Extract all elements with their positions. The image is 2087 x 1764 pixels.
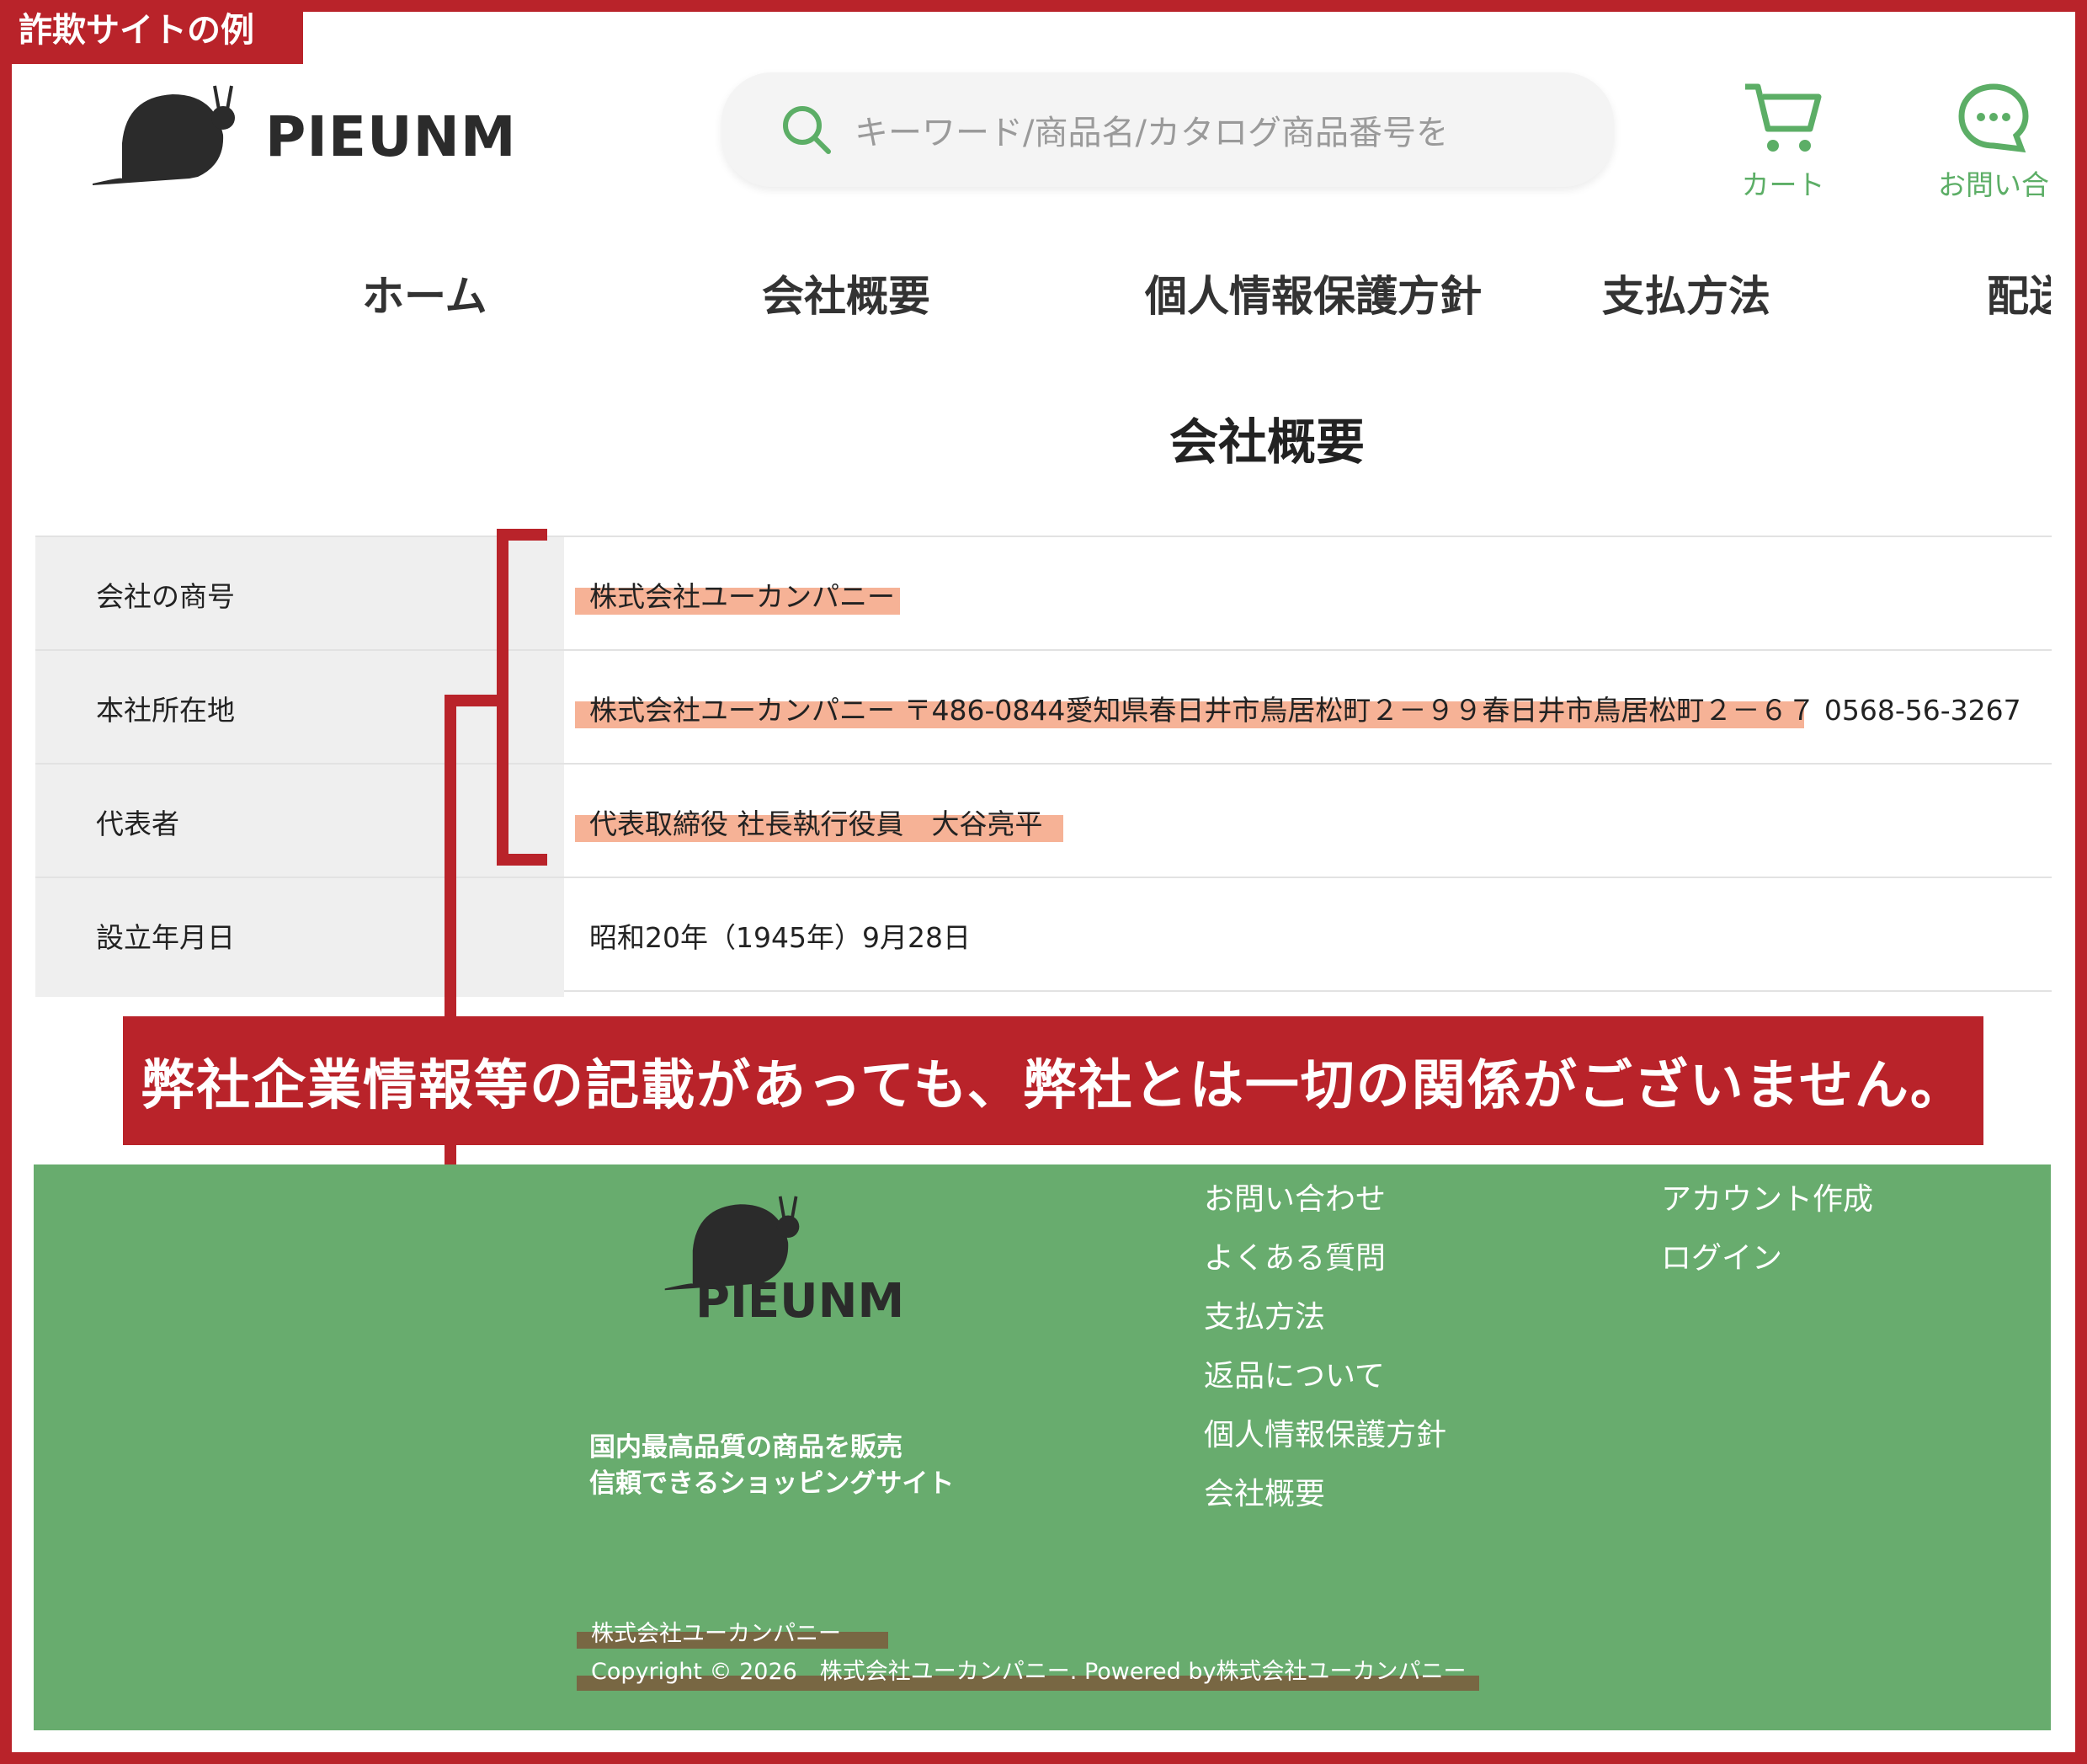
footer-company-name: 株式会社ユーカンパニー (591, 1621, 841, 1647)
brand-name: PIEUNM (265, 104, 517, 169)
row-label: 代表者 (96, 807, 179, 840)
nav-company[interactable]: 会社概要 (762, 263, 930, 323)
search-box[interactable]: キーワード/商品名/カタログ商品番号を (721, 72, 1614, 187)
footer-copyright: Copyright © 2026 株式会社ユーカンパニー. Powered by… (591, 1659, 1467, 1685)
site-footer: PIEUNM 国内最高品質の商品を販売 信頼できるショッピングサイト お問い合わ… (34, 1164, 2051, 1730)
table-row: 設立年月日 昭和20年（1945年）9月28日 (35, 877, 2052, 992)
page-title: 会社概要 (1169, 413, 1365, 471)
row-value: 昭和20年（1945年）9月28日 (589, 921, 971, 954)
nav-payment[interactable]: 支払方法 (1602, 263, 1770, 323)
table-row: 本社所在地 株式会社ユーカンパニー 〒486-0844愛知県春日井市鳥居松町２－… (35, 649, 2052, 763)
footer-tagline-line1: 国内最高品質の商品を販売 (589, 1432, 902, 1463)
snail-logo-icon (93, 85, 235, 185)
warning-banner: 弊社企業情報等の記載があっても、弊社とは一切の関係がございません。 (123, 1016, 1983, 1145)
search-input[interactable]: キーワード/商品名/カタログ商品番号を (854, 105, 1444, 154)
cart-label: カート (1741, 168, 1825, 201)
row-value: 代表取締役 社長執行役員 大谷亮平 (589, 807, 1043, 840)
example-label: 詐欺サイトの例 (0, 0, 303, 64)
footer-link-company[interactable]: 会社概要 (1204, 1469, 1325, 1513)
footer-link-create-account[interactable]: アカウント作成 (1661, 1175, 1873, 1218)
row-label: 設立年月日 (96, 921, 235, 954)
footer-link-faq[interactable]: よくある質問 (1204, 1234, 1386, 1277)
row-header-cell: 会社の商号 (35, 537, 564, 649)
row-value: 株式会社ユーカンパニー 〒486-0844愛知県春日井市鳥居松町２－９９春日井市… (589, 694, 2021, 727)
nav-home[interactable]: ホーム (362, 263, 487, 323)
footer-brand-name: PIEUNM (695, 1274, 905, 1329)
row-value: 株式会社ユーカンパニー (589, 580, 895, 613)
footer-link-privacy[interactable]: 個人情報保護方針 (1204, 1410, 1446, 1454)
chat-icon (1958, 83, 2029, 153)
footer-link-login[interactable]: ログイン (1661, 1234, 1782, 1277)
cart-button[interactable]: カート (1741, 80, 1825, 203)
row-label: 会社の商号 (96, 580, 235, 613)
nav-privacy[interactable]: 個人情報保護方針 (1145, 263, 1482, 323)
contact-label: お問い合 (1938, 168, 2049, 201)
footer-tagline-line2: 信頼できるショッピングサイト (589, 1468, 955, 1499)
table-row: 会社の商号 株式会社ユーカンパニー (35, 536, 2052, 649)
contact-button[interactable]: お問い合 (1938, 80, 2049, 203)
nav-shipping[interactable]: 配送 (1987, 263, 2051, 323)
table-row: 代表者 代表取締役 社長執行役員 大谷亮平 (35, 763, 2052, 877)
footer-link-payment[interactable]: 支払方法 (1204, 1292, 1325, 1336)
site-logo[interactable]: PIEUNM (88, 84, 517, 189)
row-header-cell: 設立年月日 (35, 878, 564, 990)
row-label: 本社所在地 (96, 694, 235, 727)
row-header-cell: 本社所在地 (35, 651, 564, 763)
cart-icon (1745, 83, 1822, 152)
company-info-table: 会社の商号 株式会社ユーカンパニー 本社所在地 株式会社ユーカンパニー 〒486… (35, 536, 2052, 992)
footer-link-contact[interactable]: お問い合わせ (1204, 1175, 1386, 1218)
table-header-column-tail (35, 985, 564, 997)
search-icon (783, 106, 831, 154)
footer-link-returns[interactable]: 返品について (1204, 1351, 1385, 1395)
row-header-cell: 代表者 (35, 765, 564, 877)
